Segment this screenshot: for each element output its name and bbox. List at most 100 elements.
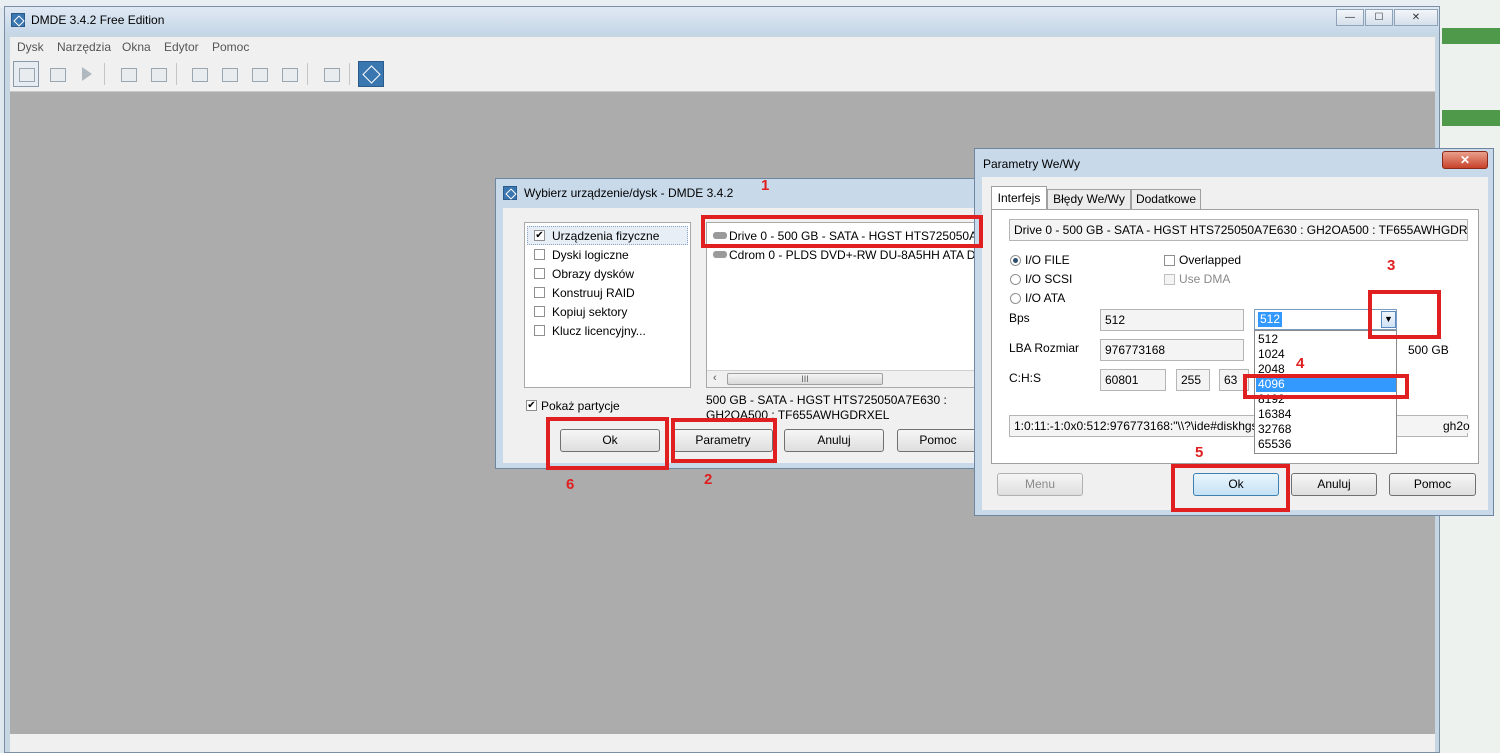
bps-option[interactable]: 65536: [1256, 437, 1396, 452]
io-cancel-button[interactable]: Anuluj: [1291, 473, 1377, 496]
chs-cylinders-field: 60801: [1100, 369, 1166, 391]
bps-select-value: 512: [1258, 312, 1283, 327]
background-green-strip: [1442, 110, 1500, 126]
menu-button[interactable]: Menu: [997, 473, 1083, 496]
list-view-icon[interactable]: [216, 61, 242, 87]
use-dma-label[interactable]: Use DMA: [1179, 272, 1230, 286]
use-dma-checkbox[interactable]: [1164, 274, 1175, 285]
toolbar-separator: [307, 63, 308, 85]
annotation-number-2: 2: [704, 471, 713, 488]
category-checkbox[interactable]: [534, 268, 545, 279]
annotation-number-5: 5: [1195, 444, 1204, 461]
close-button[interactable]: ✕: [1394, 9, 1438, 26]
category-checkbox[interactable]: [534, 287, 545, 298]
category-item[interactable]: Klucz licencyjny...: [552, 324, 646, 338]
status-bar: [10, 734, 1435, 752]
io-ata-radio[interactable]: [1010, 293, 1021, 304]
lba-label: LBA Rozmiar: [1009, 341, 1080, 355]
annotation-number-6: 6: [566, 476, 575, 493]
io-scsi-label[interactable]: I/O SCSI: [1025, 272, 1072, 286]
menu-dysk[interactable]: Dysk: [17, 40, 44, 54]
annotation-box-3: [1368, 290, 1441, 339]
grid-view-icon[interactable]: [246, 61, 272, 87]
show-partitions-label: Pokaż partycje: [541, 399, 620, 413]
annotation-number-4: 4: [1296, 355, 1305, 372]
io-file-label[interactable]: I/O FILE: [1025, 253, 1070, 267]
toolbar-separator: [349, 63, 350, 85]
bps-option[interactable]: 32768: [1256, 422, 1396, 437]
step-icon[interactable]: [115, 61, 141, 87]
menu-narzedzia[interactable]: Narzędzia: [57, 40, 111, 54]
toolbar-separator: [176, 63, 177, 85]
io-dialog-body: Interfejs Błędy We/Wy Dodatkowe Drive 0 …: [982, 177, 1488, 510]
tab-bledy[interactable]: Błędy We/Wy: [1047, 189, 1131, 210]
copy-icon[interactable]: [318, 61, 344, 87]
device-name-field: Drive 0 - 500 GB - SATA - HGST HTS725050…: [1009, 219, 1468, 241]
category-checkbox[interactable]: [534, 306, 545, 317]
annotation-number-3: 3: [1387, 257, 1396, 274]
background-green-strip: [1442, 28, 1500, 44]
device-info-line1: 500 GB - SATA - HGST HTS725050A7E630 :: [706, 393, 947, 407]
menu-pomoc[interactable]: Pomoc: [212, 40, 249, 54]
io-ata-label[interactable]: I/O ATA: [1025, 291, 1065, 305]
category-item[interactable]: Dyski logiczne: [552, 248, 629, 262]
category-checkbox[interactable]: [534, 325, 545, 336]
device-path-field: 1:0:11:-1:0x0:512:976773168:"\\?\ide#dis…: [1009, 415, 1468, 437]
size-text: 500 GB: [1408, 343, 1449, 357]
menu-bar: Dysk Narzędzia Okna Edytor Pomoc: [10, 37, 1435, 57]
minimize-button[interactable]: —: [1336, 9, 1364, 26]
overlapped-label[interactable]: Overlapped: [1179, 253, 1241, 267]
lba-value-field: 976773168: [1100, 339, 1244, 361]
main-titlebar[interactable]: DMDE 3.4.2 Free Edition — ☐ ✕: [5, 7, 1439, 33]
bps-option[interactable]: 16384: [1256, 407, 1396, 422]
find-icon[interactable]: [276, 61, 302, 87]
category-item[interactable]: Kopiuj sektory: [552, 305, 627, 319]
annotation-number-1: 1: [761, 177, 770, 194]
annotation-box-4: [1243, 374, 1409, 399]
menu-okna[interactable]: Okna: [122, 40, 151, 54]
io-close-button[interactable]: ✕: [1442, 151, 1488, 169]
chs-heads-field: 255: [1176, 369, 1210, 391]
category-checkbox[interactable]: [534, 249, 545, 260]
tab-interfejs[interactable]: Interfejs: [991, 186, 1047, 210]
partitions-icon[interactable]: [44, 61, 70, 87]
sparkle-icon[interactable]: [145, 61, 171, 87]
io-scsi-radio[interactable]: [1010, 274, 1021, 285]
annotation-box-6: [546, 417, 669, 470]
category-item[interactable]: Konstruuj RAID: [552, 286, 635, 300]
show-partitions-checkbox[interactable]: ✔: [526, 400, 537, 411]
scroll-thumb[interactable]: III: [727, 373, 883, 385]
cdrom-icon: [713, 251, 727, 258]
annotation-box-5: [1171, 464, 1290, 512]
horizontal-scrollbar[interactable]: ‹ III: [707, 370, 978, 387]
device-path-tail: gh2o: [1443, 419, 1470, 433]
tab-dodatkowe[interactable]: Dodatkowe: [1131, 189, 1201, 210]
category-checkbox[interactable]: ✔: [534, 230, 545, 241]
bps-option[interactable]: 1024: [1256, 347, 1396, 362]
maximize-button[interactable]: ☐: [1365, 9, 1393, 26]
annotation-box-2: [671, 418, 777, 463]
device-item-cdrom0[interactable]: Cdrom 0 - PLDS DVD+-RW DU-8A5HH ATA De: [729, 248, 978, 262]
scroll-left-arrow[interactable]: ‹: [713, 372, 717, 384]
app-icon: [11, 13, 25, 27]
dmde-logo-icon[interactable]: [358, 61, 384, 87]
play-icon[interactable]: [73, 61, 99, 87]
io-file-radio[interactable]: [1010, 255, 1021, 266]
select-dialog-title: Wybierz urządzenie/dysk - DMDE 3.4.2: [524, 186, 734, 200]
main-title: DMDE 3.4.2 Free Edition: [31, 13, 165, 27]
bps-label: Bps: [1009, 311, 1030, 325]
overlapped-checkbox[interactable]: [1164, 255, 1175, 266]
category-item[interactable]: Urządzenia fizyczne: [552, 229, 659, 243]
open-disk-icon[interactable]: [13, 61, 39, 87]
menu-edytor[interactable]: Edytor: [164, 40, 199, 54]
annotation-box-1: [701, 215, 983, 248]
io-help-button[interactable]: Pomoc: [1389, 473, 1476, 496]
cancel-button[interactable]: Anuluj: [784, 429, 884, 452]
dialog-icon: [503, 186, 517, 200]
tree-view-icon[interactable]: [186, 61, 212, 87]
category-item[interactable]: Obrazy dysków: [552, 267, 634, 281]
device-path-text: 1:0:11:-1:0x0:512:976773168:"\\?\ide#dis…: [1014, 419, 1261, 433]
toolbar: [10, 57, 1435, 92]
chs-label: C:H:S: [1009, 371, 1042, 385]
help-button[interactable]: Pomoc: [897, 429, 979, 452]
